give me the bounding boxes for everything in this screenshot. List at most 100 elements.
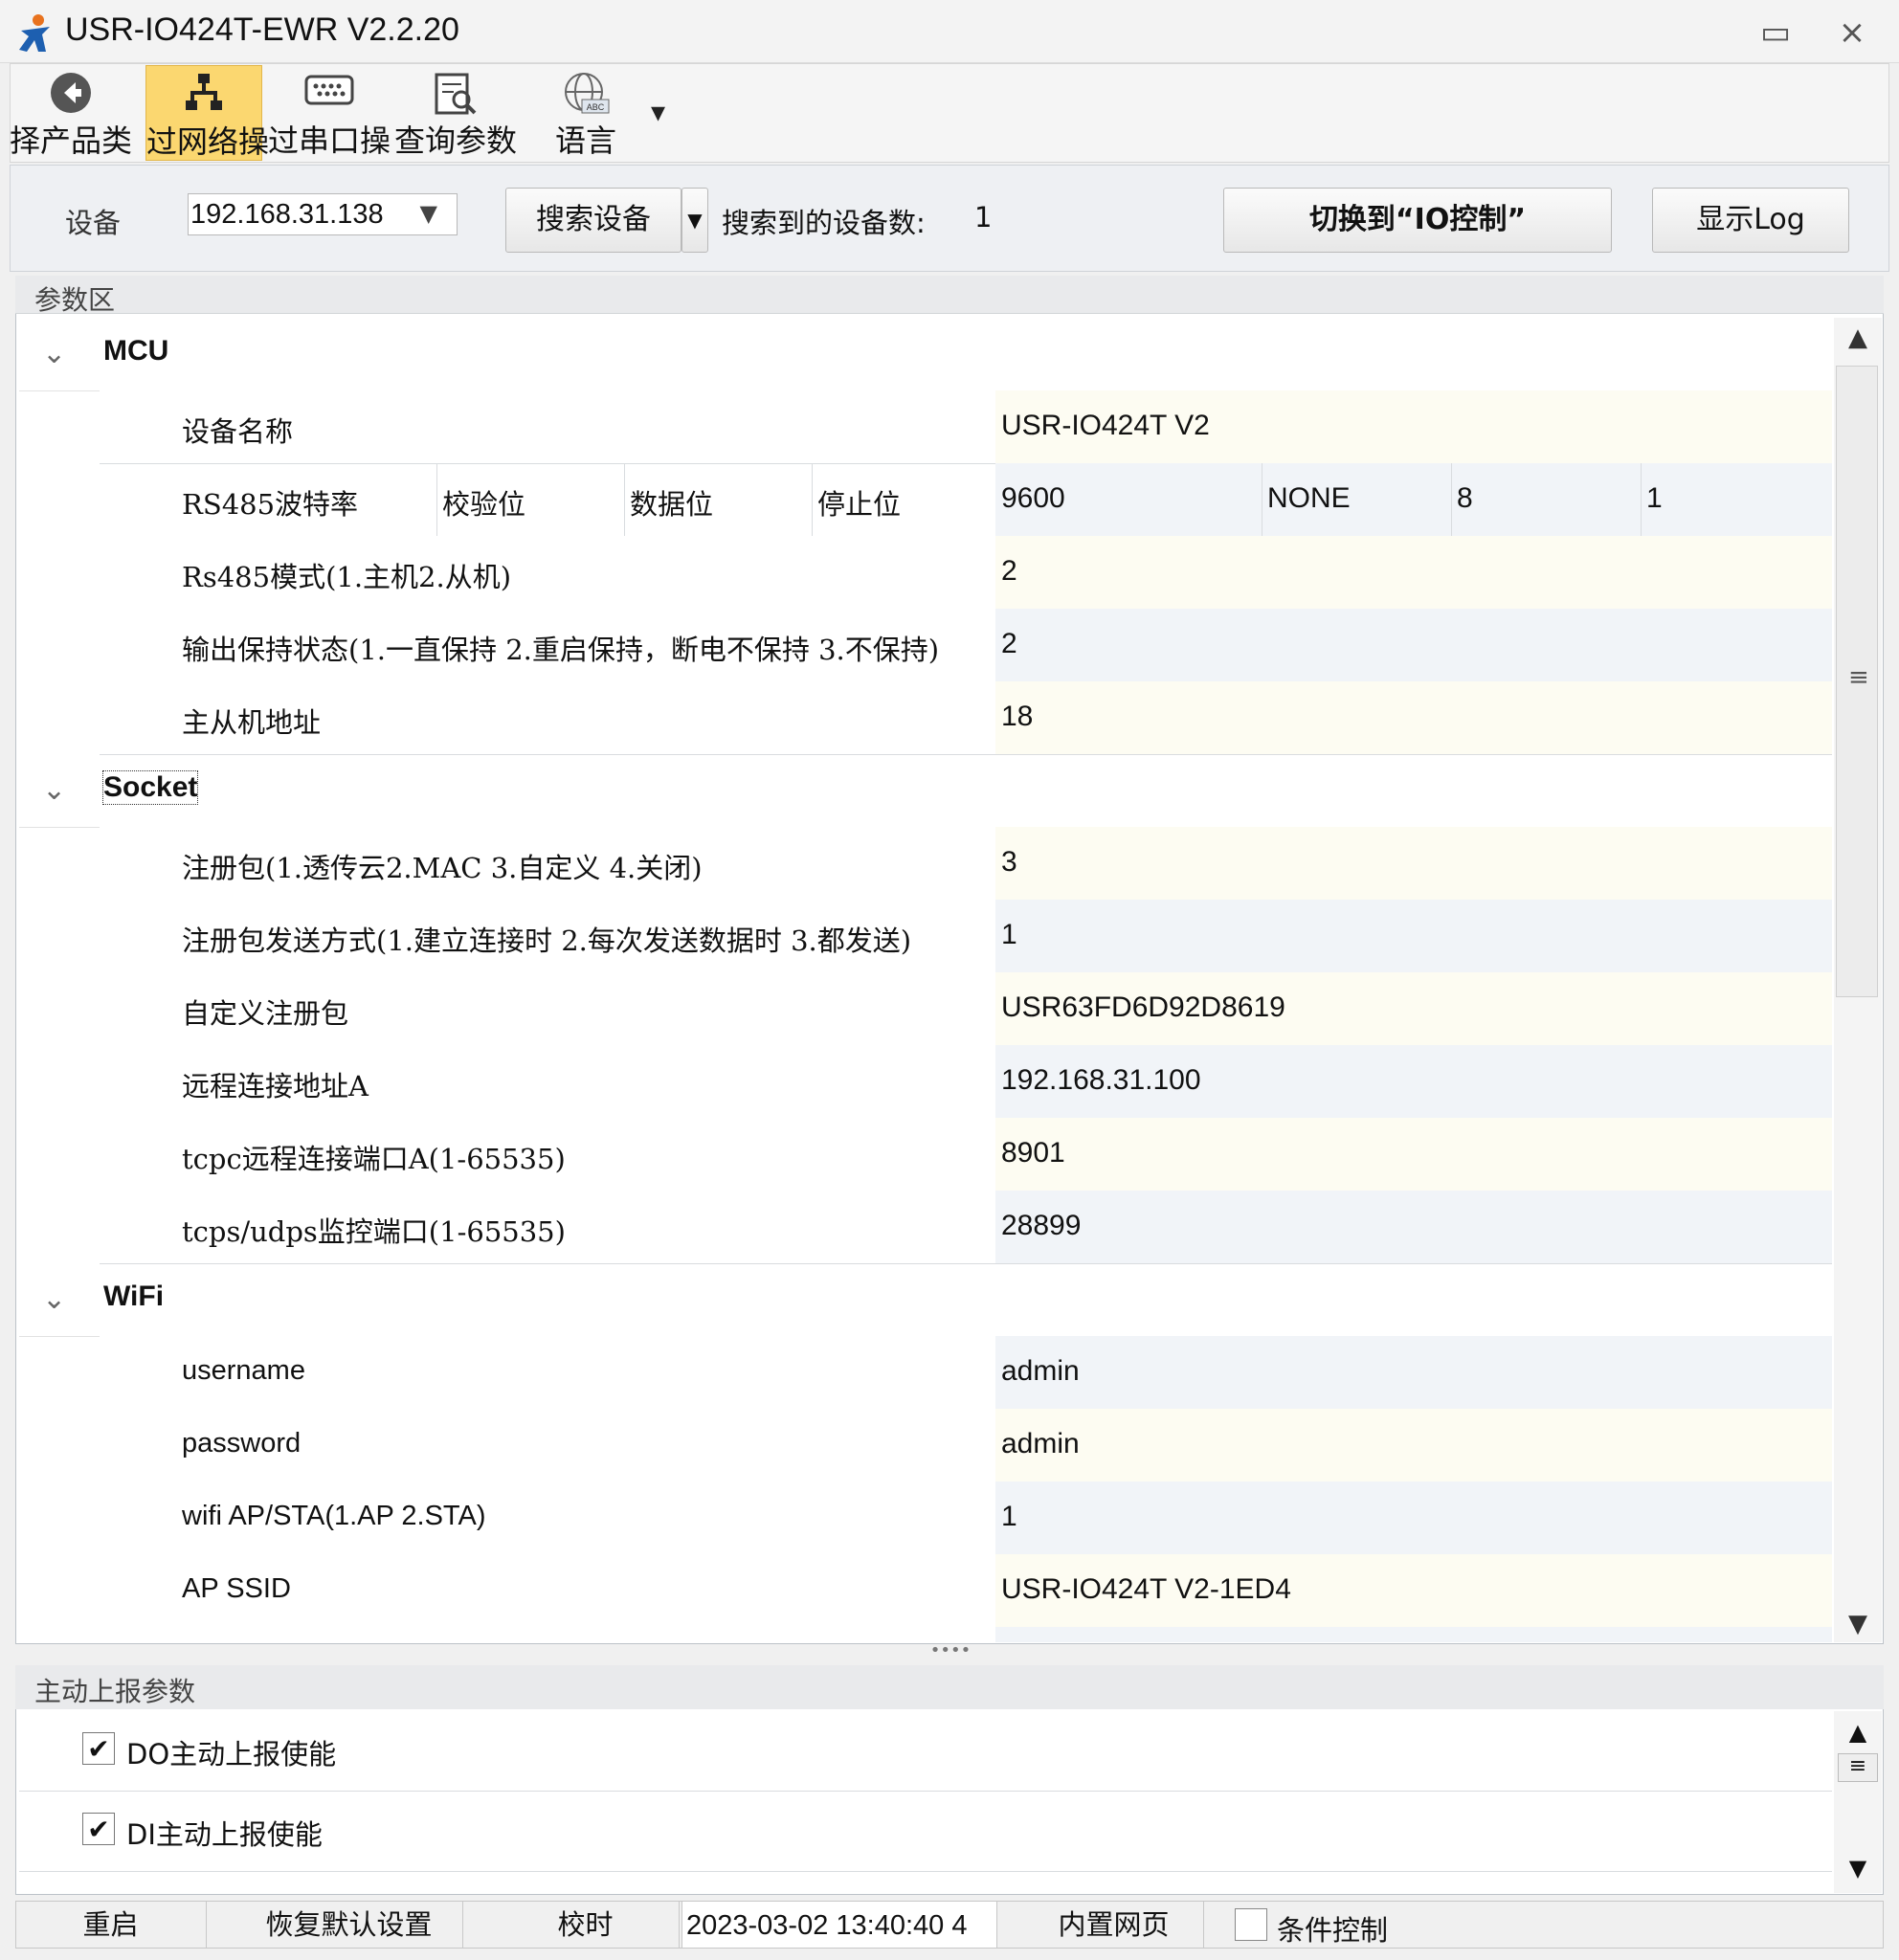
restart-button[interactable]: 重启 — [15, 1901, 207, 1949]
params-header: 参数区 — [15, 276, 1884, 316]
tcpc-port-value[interactable]: 8901 — [1001, 1137, 1065, 1169]
rs485-baud-value[interactable]: 9600 — [1001, 482, 1065, 515]
register-send-value[interactable]: 1 — [1001, 919, 1017, 951]
ap-ssid-value[interactable]: USR-IO424T V2-1ED4 — [1001, 1573, 1291, 1606]
scroll-down-icon[interactable]: ▼ — [1834, 1610, 1882, 1638]
device-label: 设备 — [65, 207, 122, 239]
wifi-mode-label: wifi AP/STA(1.AP 2.STA) — [182, 1501, 486, 1531]
rs485-databits-value[interactable]: 8 — [1457, 482, 1473, 515]
row-ap-ssid[interactable]: AP SSID USR-IO424T V2-1ED4 — [100, 1554, 1832, 1628]
window-title: USR-IO424T-EWR V2.2.20 — [65, 11, 459, 48]
app-logo-icon — [13, 11, 57, 56]
grip-icon[interactable]: ≡ — [1838, 1753, 1878, 1782]
password-label: password — [182, 1428, 302, 1459]
password-value[interactable]: admin — [1001, 1428, 1080, 1460]
device-ip-select[interactable]: 192.168.31.138 ▼ — [188, 193, 458, 235]
toolbar-more-dropdown[interactable]: ▾ — [651, 96, 665, 129]
row-tcpc-port[interactable]: tcpc远程连接端口A(1-65535) 8901 — [100, 1118, 1832, 1192]
username-value[interactable]: admin — [1001, 1355, 1080, 1388]
rs485-mode-value[interactable]: 2 — [1001, 555, 1017, 588]
chevron-down-icon[interactable]: ⌄ — [42, 773, 66, 807]
row-listen-port[interactable]: tcps/udps监控端口(1-65535) 28899 — [100, 1191, 1832, 1264]
custom-register-value[interactable]: USR63FD6D92D8619 — [1001, 991, 1285, 1024]
register-packet-value[interactable]: 3 — [1001, 846, 1017, 879]
address-value[interactable]: 18 — [1001, 701, 1033, 733]
report-header-label: 主动上报参数 — [34, 1676, 196, 1707]
rs485-baud-label: RS485波特率 — [182, 488, 359, 521]
row-output-hold[interactable]: 输出保持状态(1.一直保持 2.重启保持，断电不保持 3.不保持) 2 — [100, 609, 1832, 682]
query-params-button[interactable]: 查询参数 — [394, 65, 517, 161]
select-product-label: 择产品类 — [10, 123, 133, 158]
time-sync-button[interactable]: 校时 — [492, 1901, 680, 1949]
rs485-databits-header: 数据位 — [624, 463, 813, 536]
query-params-label: 查询参数 — [394, 123, 518, 158]
row-address[interactable]: 主从机地址 18 — [100, 681, 1832, 755]
serial-operation-button[interactable]: 过串口操 — [268, 65, 391, 161]
device-name-field[interactable]: USR-IO424T V2 — [995, 390, 1832, 463]
language-button[interactable]: ABC 语言 — [528, 65, 643, 161]
rs485-values[interactable]: 9600 NONE 8 1 — [995, 463, 1832, 536]
minimize-button[interactable]: ▭ — [1752, 13, 1799, 52]
row-username[interactable]: username admin — [100, 1336, 1832, 1410]
rs485-parity-value[interactable]: NONE — [1267, 482, 1351, 515]
section-mcu-title: MCU — [103, 335, 169, 367]
section-mcu[interactable]: ⌄ MCU — [19, 318, 1832, 391]
close-button[interactable]: ⨯ — [1828, 13, 1876, 52]
section-wifi[interactable]: ⌄ WiFi — [19, 1263, 1832, 1337]
switch-io-control-button[interactable]: 切换到“IO控制” — [1223, 188, 1612, 253]
row-register-send-mode[interactable]: 注册包发送方式(1.建立连接时 2.每次发送数据时 3.都发送) 1 — [100, 900, 1832, 973]
row-rs485-mode[interactable]: Rs485模式(1.主机2.从机) 2 — [100, 536, 1832, 610]
row-register-packet[interactable]: 注册包(1.透传云2.MAC 3.自定义 4.关闭) 3 — [100, 827, 1832, 901]
rs485-stopbits-value[interactable]: 1 — [1646, 482, 1663, 515]
di-report-label: DI主动上报使能 — [126, 1818, 323, 1851]
scroll-up-icon[interactable]: ▲ — [1834, 1719, 1882, 1746]
listen-port-value[interactable]: 28899 — [1001, 1210, 1081, 1242]
row-device-name[interactable]: 设备名称 USR-IO424T V2 — [100, 390, 1832, 464]
rs485-mode-label: Rs485模式(1.主机2.从机) — [182, 561, 512, 593]
found-devices-label: 搜索到的设备数: — [722, 207, 926, 239]
report-scrollbar[interactable]: ▲ ≡ ▼ — [1834, 1711, 1882, 1893]
svg-text:ABC: ABC — [587, 102, 605, 112]
condition-control-checkbox[interactable] — [1235, 1908, 1267, 1941]
row-rs485[interactable]: RS485波特率 校验位 数据位 停止位 9600 NONE 8 1 — [100, 463, 1832, 537]
params-scroll-thumb[interactable]: ≡ — [1836, 366, 1878, 997]
do-report-checkbox[interactable]: ✔ — [82, 1732, 115, 1765]
wifi-mode-value[interactable]: 1 — [1001, 1501, 1017, 1533]
rs485-baud-header: RS485波特率 — [100, 463, 437, 536]
do-report-label: DO主动上报使能 — [126, 1738, 337, 1771]
found-devices-count: 1 — [974, 201, 993, 234]
device-name-label: 设备名称 — [182, 415, 294, 448]
section-socket[interactable]: ⌄ Socket — [19, 754, 1832, 828]
register-send-label: 注册包发送方式(1.建立连接时 2.每次发送数据时 3.都发送) — [182, 924, 912, 957]
search-dropdown-chevron-icon[interactable]: ▼ — [681, 188, 708, 253]
select-product-button[interactable]: 择产品类 — [10, 65, 132, 161]
remote-address-value[interactable]: 192.168.31.100 — [1001, 1064, 1201, 1097]
restore-defaults-button[interactable]: 恢复默认设置 — [235, 1901, 463, 1949]
network-operation-label: 过网络操 — [146, 124, 270, 159]
row-password[interactable]: password admin — [100, 1409, 1832, 1482]
chevron-down-icon[interactable]: ⌄ — [42, 1282, 66, 1316]
builtin-webpage-button[interactable]: 内置网页 — [1024, 1901, 1204, 1949]
scroll-up-icon[interactable]: ▲ — [1834, 323, 1882, 352]
report-header: 主动上报参数 — [15, 1665, 1884, 1709]
di-report-checkbox[interactable]: ✔ — [82, 1813, 115, 1845]
report-row-di: ✔ DI主动上报使能 — [19, 1792, 1832, 1872]
network-operation-button[interactable]: 过网络操 — [145, 65, 270, 161]
params-header-label: 参数区 — [34, 284, 116, 316]
show-log-button[interactable]: 显示Log — [1652, 188, 1849, 253]
serial-operation-label: 过串口操 — [268, 123, 391, 158]
ap-ssid-label: AP SSID — [182, 1573, 291, 1604]
datetime-field[interactable]: 2023-03-02 13:40:40 4 — [681, 1901, 997, 1949]
scroll-down-icon[interactable]: ▼ — [1834, 1855, 1882, 1882]
listen-port-label: tcps/udps监控端口(1-65535) — [182, 1215, 566, 1248]
row-custom-register[interactable]: 自定义注册包 USR63FD6D92D8619 — [100, 972, 1832, 1046]
output-hold-value[interactable]: 2 — [1001, 628, 1017, 660]
row-wifi-mode[interactable]: wifi AP/STA(1.AP 2.STA) 1 — [100, 1481, 1832, 1555]
chevron-down-icon: ▼ — [419, 200, 437, 227]
tcpc-port-label: tcpc远程连接端口A(1-65535) — [182, 1143, 566, 1175]
row-remote-address[interactable]: 远程连接地址A 192.168.31.100 — [100, 1045, 1832, 1119]
splitter-handle[interactable]: •••• — [927, 1642, 974, 1663]
search-device-button[interactable]: 搜索设备 — [505, 188, 681, 253]
username-label: username — [182, 1355, 305, 1386]
chevron-down-icon[interactable]: ⌄ — [42, 337, 66, 370]
